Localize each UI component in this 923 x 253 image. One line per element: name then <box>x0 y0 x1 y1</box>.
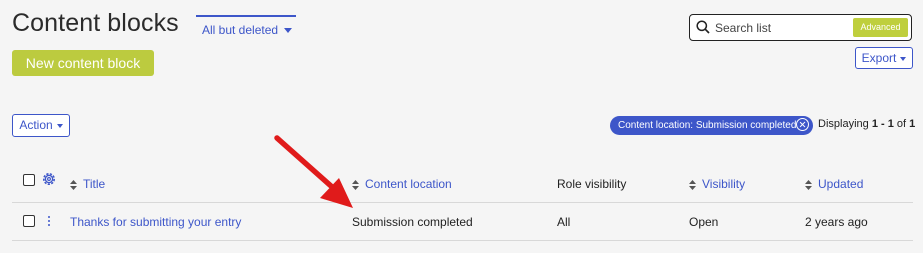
search-icon <box>696 20 710 34</box>
sort-icon <box>689 179 696 190</box>
table-row-divider <box>12 240 913 241</box>
search-box: Advanced <box>689 14 912 41</box>
gear-icon[interactable] <box>41 171 57 187</box>
export-label: Export <box>861 51 897 65</box>
active-filter-label: Content location: Submission completed <box>618 120 797 131</box>
kebab-menu-icon[interactable] <box>46 216 52 229</box>
close-circle-icon[interactable] <box>796 118 809 131</box>
row-checkbox[interactable] <box>23 215 35 227</box>
sort-icon <box>70 179 77 190</box>
view-filter-label: All but deleted <box>202 23 279 37</box>
search-input[interactable] <box>715 18 845 37</box>
caret-down-icon <box>56 123 63 128</box>
action-label: Action <box>19 118 53 132</box>
select-all-checkbox[interactable] <box>23 174 35 186</box>
page-title: Content blocks <box>12 9 179 37</box>
arrow-annotation <box>274 135 353 208</box>
action-button[interactable]: Action <box>12 114 70 137</box>
column-header-visibility[interactable]: Visibility <box>689 177 745 191</box>
row-updated: 2 years ago <box>805 215 868 229</box>
row-title-link[interactable]: Thanks for submitting your entry <box>70 215 241 229</box>
new-content-block-button[interactable]: New content block <box>12 50 154 76</box>
caret-down-icon <box>284 28 293 34</box>
row-visibility: Open <box>689 215 719 229</box>
advanced-search-button[interactable]: Advanced <box>853 18 908 37</box>
sort-icon <box>805 179 812 190</box>
row-role-visibility: All <box>557 215 571 229</box>
column-header-title[interactable]: Title <box>70 177 105 191</box>
caret-down-icon <box>900 56 907 61</box>
export-button[interactable]: Export <box>855 47 913 69</box>
column-header-role-visibility: Role visibility <box>557 177 627 191</box>
column-header-updated[interactable]: Updated <box>805 177 863 191</box>
active-filter-chip: Content location: Submission completed <box>610 116 813 135</box>
view-filter-dropdown[interactable]: All but deleted <box>196 15 296 40</box>
result-count: Displaying 1 - 1 of 1 <box>818 118 916 130</box>
table-header-divider <box>12 202 913 203</box>
